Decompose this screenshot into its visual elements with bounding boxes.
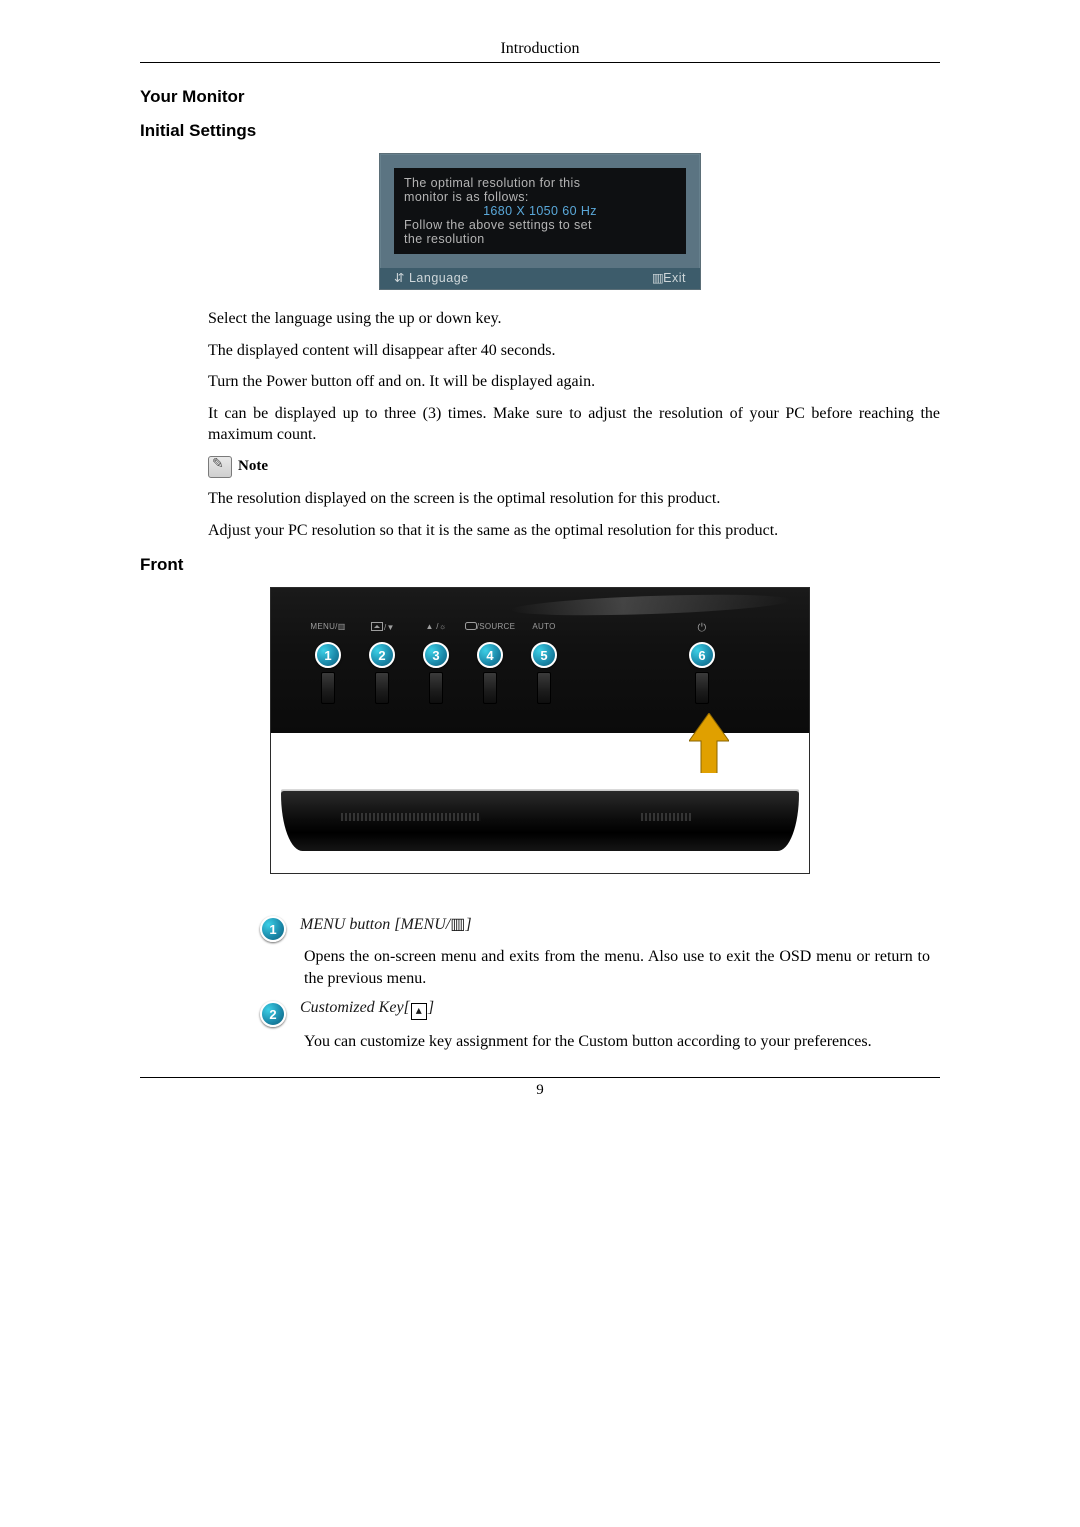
osd-language-label: Language [409,271,469,285]
desc-body-menu: Opens the on-screen menu and exits from … [304,946,930,989]
osd-exit-label: Exit [663,271,686,285]
badge-1: 1 [260,916,286,942]
label-power: ⏻ [675,622,729,635]
osd-exit-option: ▥ Exit [652,270,686,285]
osd-language-option: ⇵ Language [394,270,469,285]
front-badges-row: 1 2 3 4 5 6 [271,642,809,668]
vent-grille [641,813,691,821]
paragraph: The displayed content will disappear aft… [208,340,940,362]
menu-bars-icon: ▥ [652,271,663,285]
badge-4: 4 [477,642,503,668]
page-header-title: Introduction [140,40,940,58]
power-icon: ⏻ [697,622,706,634]
svg-text:/▼: /▼ [384,623,393,631]
heading-initial-settings: Initial Settings [140,121,940,141]
custom-key-icon: ▴ [411,1003,427,1020]
badge-2: 2 [369,642,395,668]
paragraph: Adjust your PC resolution so that it is … [208,520,940,542]
osd-line-3: Follow the above settings to set [404,218,676,232]
physical-button [375,672,389,704]
vent-grille [341,813,481,821]
physical-button [321,672,335,704]
osd-line-2: monitor is as follows: [404,190,676,204]
footer-rule [140,1077,940,1078]
desc-title-menu: MENU button [MENU/▥] [300,914,472,942]
osd-resolution: 1680 X 1050 60 Hz [404,204,676,218]
label-custom-down: /▼ [355,622,409,635]
note-label: Note [238,458,268,475]
menu-bars-icon: ▥ [450,916,465,933]
label-enter-source: /SOURCE [463,622,517,635]
physical-button [695,672,709,704]
note-icon [208,456,232,478]
osd-dialog: The optimal resolution for this monitor … [379,153,701,290]
paragraph: Select the language using the up or down… [208,308,940,330]
osd-line-4: the resolution [404,232,676,246]
badge-2: 2 [260,1001,286,1027]
up-triangle-icon: ▲ [426,622,434,631]
label-auto: AUTO [517,622,571,635]
badge-6: 6 [689,642,715,668]
paragraph: It can be displayed up to three (3) time… [208,403,940,446]
physical-button [537,672,551,704]
front-panel-diagram: MENU/▥ /▼ ▲ /☼ /SOURCE AUTO ⏻ 1 [270,587,810,874]
physical-button [483,672,497,704]
physical-button [429,672,443,704]
desc-title-customized-key: Customized Key[▴] [300,999,434,1027]
heading-front: Front [140,555,940,575]
desc-body-customized-key: You can customize key assignment for the… [304,1031,930,1053]
osd-line-1: The optimal resolution for this [404,176,676,190]
badge-3: 3 [423,642,449,668]
badge-1: 1 [315,642,341,668]
front-labels-row: MENU/▥ /▼ ▲ /☼ /SOURCE AUTO ⏻ [271,622,809,635]
up-down-arrow-icon: ⇵ [394,271,405,285]
badge-5: 5 [531,642,557,668]
enter-icon [465,622,477,630]
page-number: 9 [140,1082,940,1099]
paragraph: The resolution displayed on the screen i… [208,488,940,510]
menu-bars-icon: ▥ [338,622,346,631]
label-menu: MENU/▥ [301,622,355,635]
custom-key-down-icon: /▼ [371,622,393,631]
paragraph: Turn the Power button off and on. It wil… [208,371,940,393]
heading-your-monitor: Your Monitor [140,87,940,107]
brightness-icon: ☼ [439,622,447,631]
label-up-brightness: ▲ /☼ [409,622,463,635]
front-buttons-row [271,672,809,709]
header-rule [140,62,940,63]
